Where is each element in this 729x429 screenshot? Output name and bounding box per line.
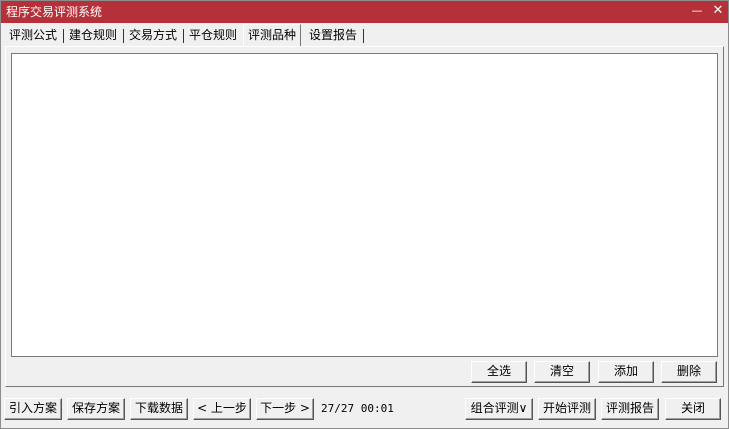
close-button[interactable]: 关闭 bbox=[665, 398, 721, 420]
import-plan-button[interactable]: 引入方案 bbox=[4, 398, 62, 420]
delete-button[interactable]: 删除 bbox=[661, 361, 717, 383]
save-plan-button[interactable]: 保存方案 bbox=[67, 398, 125, 420]
instruments-panel: 全选 清空 添加 删除 bbox=[5, 46, 724, 387]
next-step-button[interactable]: 下一步 > bbox=[256, 398, 314, 420]
tab-report-settings[interactable]: 设置报告 bbox=[305, 26, 361, 45]
close-icon[interactable]: ✕ bbox=[710, 3, 726, 19]
add-button[interactable]: 添加 bbox=[598, 361, 654, 383]
eval-report-button[interactable]: 评测报告 bbox=[601, 398, 659, 420]
tab-exit-rules[interactable]: 平仓规则 bbox=[185, 26, 241, 45]
tab-formula[interactable]: 评测公式 bbox=[5, 26, 61, 45]
tab-entry-rules[interactable]: 建仓规则 bbox=[65, 26, 121, 45]
title-bar[interactable]: 程序交易评测系统 — ✕ bbox=[1, 1, 728, 23]
main-window: 程序交易评测系统 — ✕ 评测公式 建仓规则 交易方式 平仓规则 评测品种 设置… bbox=[0, 0, 729, 429]
progress-status: 27/27 00:01 bbox=[321, 402, 394, 415]
tab-divider bbox=[123, 29, 124, 43]
start-eval-button[interactable]: 开始评测 bbox=[538, 398, 596, 420]
tab-trade-method[interactable]: 交易方式 bbox=[125, 26, 181, 45]
combo-eval-button[interactable]: 组合评测∨ bbox=[465, 398, 533, 420]
tab-divider bbox=[363, 29, 364, 43]
tab-divider bbox=[183, 29, 184, 43]
minimize-icon[interactable]: — bbox=[689, 3, 705, 19]
tab-instruments[interactable]: 评测品种 bbox=[243, 24, 302, 46]
window-title: 程序交易评测系统 bbox=[6, 5, 103, 19]
select-all-button[interactable]: 全选 bbox=[471, 361, 527, 383]
download-data-button[interactable]: 下载数据 bbox=[130, 398, 188, 420]
instrument-list[interactable] bbox=[11, 53, 718, 357]
prev-step-button[interactable]: < 上一步 bbox=[193, 398, 251, 420]
clear-button[interactable]: 清空 bbox=[534, 361, 590, 383]
tab-divider bbox=[63, 29, 64, 43]
tab-strip: 评测公式 建仓规则 交易方式 平仓规则 评测品种 设置报告 bbox=[5, 24, 725, 46]
